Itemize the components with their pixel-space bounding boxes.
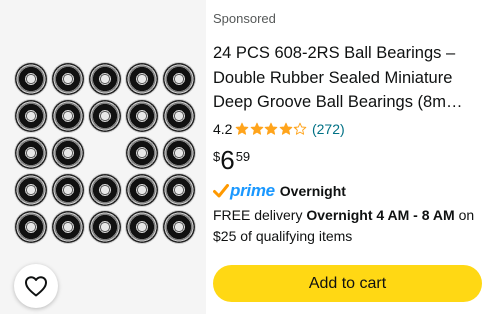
bearing-image-item — [126, 174, 158, 206]
product-title[interactable]: 24 PCS 608-2RS Ball Bearings – Double Ru… — [213, 41, 485, 115]
bearing-image-item — [52, 100, 84, 132]
bearing-image-item — [89, 211, 121, 243]
star-filled-icon — [250, 122, 264, 135]
product-card[interactable]: Sponsored 24 PCS 608-2RS Ball Bearings –… — [0, 0, 500, 314]
bearing-image-item — [163, 63, 195, 95]
star-rating[interactable] — [235, 122, 308, 136]
bearing-image-item — [52, 137, 84, 169]
delivery-info: FREE delivery Overnight 4 AM - 8 AM on $… — [213, 205, 493, 247]
price: $ 6 59 — [213, 146, 250, 174]
bearing-image-item — [52, 63, 84, 95]
price-whole: 6 — [220, 145, 235, 175]
delivery-window: Overnight 4 AM - 8 AM — [306, 207, 455, 223]
bearing-image-item — [89, 63, 121, 95]
bearing-image-item — [89, 174, 121, 206]
prime-speed-label: Overnight — [279, 183, 346, 199]
star-filled-icon — [265, 122, 278, 135]
star-filled-icon — [279, 122, 293, 135]
bearing-image-item — [126, 63, 158, 95]
bearing-image-item — [15, 137, 47, 169]
rating-row[interactable]: 4.2 (272) — [213, 119, 345, 139]
delivery-prefix: FREE delivery — [213, 207, 303, 223]
bearing-image-item — [89, 100, 121, 132]
bearing-image-item — [163, 100, 195, 132]
bearing-image-item — [52, 211, 84, 243]
bearing-image-item — [15, 211, 47, 243]
star-partial-icon — [294, 122, 307, 135]
product-image-panel[interactable] — [0, 0, 206, 314]
price-fraction: 59 — [235, 149, 251, 164]
prime-badge: prime Overnight — [213, 180, 346, 202]
bearing-image-item — [126, 137, 158, 169]
bearing-image-item — [15, 63, 47, 95]
product-image[interactable] — [15, 63, 197, 245]
bearing-image-item — [126, 100, 158, 132]
review-count-link[interactable]: (272) — [312, 121, 345, 137]
prime-check-icon — [213, 184, 229, 198]
bearing-image-item — [52, 174, 84, 206]
wishlist-button[interactable] — [14, 264, 58, 308]
bearing-image-item — [15, 100, 47, 132]
bearing-image-item — [163, 174, 195, 206]
sponsored-label: Sponsored — [213, 11, 276, 26]
add-to-cart-button[interactable]: Add to cart — [213, 265, 482, 302]
bearing-image-item — [15, 174, 47, 206]
rating-value: 4.2 — [213, 121, 233, 137]
star-filled-icon — [236, 122, 249, 135]
bearing-image-item — [163, 137, 195, 169]
price-currency-symbol: $ — [213, 149, 221, 164]
bearing-image-item — [163, 211, 195, 243]
prime-logo: prime — [230, 181, 275, 200]
bearing-image-item — [126, 211, 158, 243]
heart-icon — [25, 276, 47, 297]
